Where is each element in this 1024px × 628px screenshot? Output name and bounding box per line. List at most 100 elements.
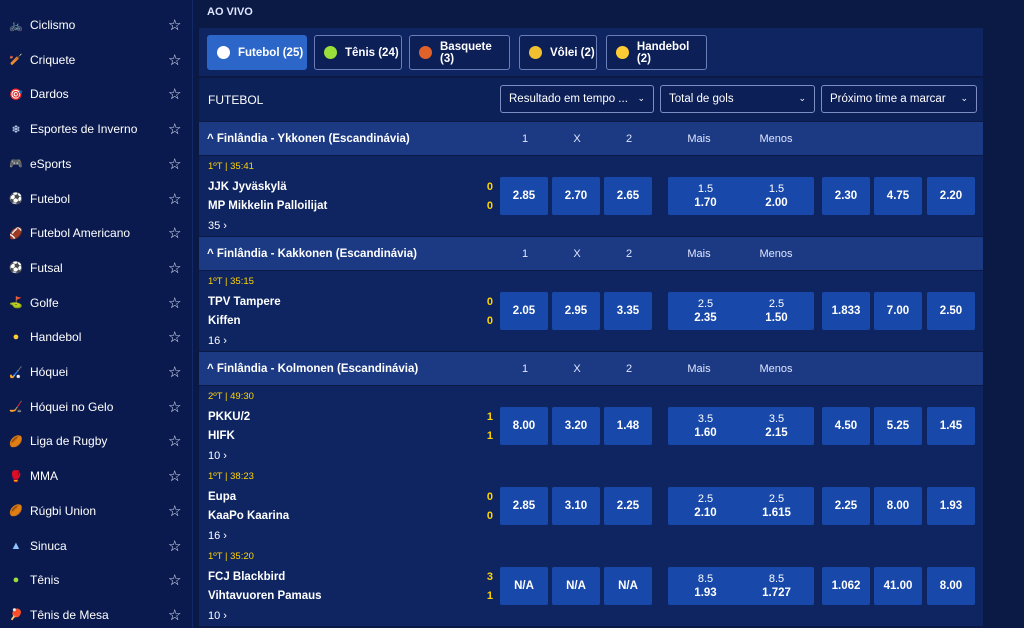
- star-icon[interactable]: ☆: [168, 537, 181, 555]
- sidebar-item-golfe[interactable]: ⛳ Golfe ☆: [0, 286, 193, 320]
- handball-icon: ●: [12, 331, 20, 344]
- sidebar-item-sinuca[interactable]: ▲ Sinuca ☆: [0, 529, 193, 563]
- next-team-odds-button[interactable]: 5.25: [874, 407, 922, 445]
- away-team[interactable]: KaaPo Kaarina: [208, 510, 289, 522]
- sidebar-item-r-gbi-union[interactable]: 🏉 Rúgbi Union ☆: [0, 494, 193, 528]
- odds-button[interactable]: 2.25: [604, 487, 652, 525]
- odds-button[interactable]: 2.65: [604, 177, 652, 215]
- tab-basquete[interactable]: Basquete (3): [409, 35, 510, 70]
- odds-button[interactable]: N/A: [604, 567, 652, 605]
- sidebar-item-h-quei-no-gelo[interactable]: 🏒 Hóquei no Gelo ☆: [0, 390, 193, 424]
- next-team-odds-button[interactable]: 1.45: [927, 407, 975, 445]
- over-odds-button[interactable]: 8.5 1.93: [668, 567, 743, 605]
- star-icon[interactable]: ☆: [168, 328, 181, 346]
- over-odds-button[interactable]: 2.5 2.35: [668, 292, 743, 330]
- under-odds-button[interactable]: 8.5 1.727: [739, 567, 814, 605]
- next-team-odds-button[interactable]: 1.93: [927, 487, 975, 525]
- next-team-odds-button[interactable]: 8.00: [874, 487, 922, 525]
- star-icon[interactable]: ☆: [168, 224, 181, 242]
- over-odds-button[interactable]: 3.5 1.60: [668, 407, 743, 445]
- star-icon[interactable]: ☆: [168, 259, 181, 277]
- sidebar-item-t-nis-de-mesa[interactable]: 🏓 Tênis de Mesa ☆: [0, 598, 193, 628]
- under-odds-button[interactable]: 1.5 2.00: [739, 177, 814, 215]
- odds-button[interactable]: 2.95: [552, 292, 600, 330]
- next-team-odds-button[interactable]: 2.50: [927, 292, 975, 330]
- away-team[interactable]: Vihtavuoren Pamaus: [208, 590, 322, 602]
- away-team[interactable]: Kiffen: [208, 315, 241, 327]
- odds-button[interactable]: 2.70: [552, 177, 600, 215]
- sidebar-item-futebol-americano[interactable]: 🏈 Futebol Americano ☆: [0, 216, 193, 250]
- odds-button[interactable]: N/A: [500, 567, 548, 605]
- odds-button[interactable]: 3.10: [552, 487, 600, 525]
- over-odds-button[interactable]: 2.5 2.10: [668, 487, 743, 525]
- more-markets-link[interactable]: 16 ›: [208, 530, 227, 542]
- market-dropdown-3[interactable]: Próximo time a marcar ⌄: [821, 85, 977, 113]
- odds-button[interactable]: 3.35: [604, 292, 652, 330]
- tab-vôlei[interactable]: Vôlei (2): [519, 35, 597, 70]
- under-odds-button[interactable]: 3.5 2.15: [739, 407, 814, 445]
- home-team[interactable]: PKKU/2: [208, 411, 250, 423]
- under-odds-button[interactable]: 2.5 1.50: [739, 292, 814, 330]
- next-team-odds-button[interactable]: 1.062: [822, 567, 870, 605]
- next-team-odds-button[interactable]: 4.50: [822, 407, 870, 445]
- tab-tênis[interactable]: Tênis (24): [314, 35, 402, 70]
- more-markets-link[interactable]: 16 ›: [208, 335, 227, 347]
- odds-button[interactable]: 2.85: [500, 177, 548, 215]
- sidebar-item-futsal[interactable]: ⚽ Futsal ☆: [0, 251, 193, 285]
- odds-button[interactable]: 8.00: [500, 407, 548, 445]
- next-team-odds-button[interactable]: 7.00: [874, 292, 922, 330]
- sidebar-item-criquete[interactable]: 🏏 Criquete ☆: [0, 43, 193, 77]
- star-icon[interactable]: ☆: [168, 190, 181, 208]
- star-icon[interactable]: ☆: [168, 51, 181, 69]
- star-icon[interactable]: ☆: [168, 571, 181, 589]
- star-icon[interactable]: ☆: [168, 120, 181, 138]
- odds-button[interactable]: 3.20: [552, 407, 600, 445]
- odds-button[interactable]: 1.48: [604, 407, 652, 445]
- next-team-odds-button[interactable]: 8.00: [927, 567, 975, 605]
- next-team-odds-button[interactable]: 2.30: [822, 177, 870, 215]
- home-team[interactable]: Eupa: [208, 491, 236, 503]
- next-team-odds-button[interactable]: 2.20: [927, 177, 975, 215]
- home-team[interactable]: JJK Jyväskylä: [208, 181, 287, 193]
- market-dropdown-1[interactable]: Resultado em tempo ... ⌄: [500, 85, 654, 113]
- tab-handebol[interactable]: Handebol (2): [606, 35, 707, 70]
- sidebar-item-esports[interactable]: 🎮 eSports ☆: [0, 147, 193, 181]
- star-icon[interactable]: ☆: [168, 398, 181, 416]
- star-icon[interactable]: ☆: [168, 432, 181, 450]
- over-odds-button[interactable]: 1.5 1.70: [668, 177, 743, 215]
- sidebar-item-ciclismo[interactable]: 🚲 Ciclismo ☆: [0, 8, 193, 42]
- sidebar-item-mma[interactable]: 🥊 MMA ☆: [0, 459, 193, 493]
- more-markets-link[interactable]: 10 ›: [208, 450, 227, 462]
- more-markets-link[interactable]: 35 ›: [208, 220, 227, 232]
- away-team[interactable]: MP Mikkelin Palloilijat: [208, 200, 327, 212]
- sidebar-item-dardos[interactable]: 🎯 Dardos ☆: [0, 77, 193, 111]
- next-team-odds-button[interactable]: 2.25: [822, 487, 870, 525]
- sidebar-item-futebol[interactable]: ⚽ Futebol ☆: [0, 182, 193, 216]
- tab-futebol[interactable]: Futebol (25): [207, 35, 307, 70]
- star-icon[interactable]: ☆: [168, 16, 181, 34]
- star-icon[interactable]: ☆: [168, 85, 181, 103]
- under-odds-button[interactable]: 2.5 1.615: [739, 487, 814, 525]
- sidebar-item-h-quei[interactable]: 🏑 Hóquei ☆: [0, 355, 193, 389]
- home-team[interactable]: FCJ Blackbird: [208, 571, 285, 583]
- star-icon[interactable]: ☆: [168, 294, 181, 312]
- sidebar-item-liga-de-rugby[interactable]: 🏉 Liga de Rugby ☆: [0, 424, 193, 458]
- sidebar-item-t-nis[interactable]: ● Tênis ☆: [0, 563, 193, 597]
- star-icon[interactable]: ☆: [168, 155, 181, 173]
- star-icon[interactable]: ☆: [168, 502, 181, 520]
- next-team-odds-button[interactable]: 4.75: [874, 177, 922, 215]
- sidebar-item-handebol[interactable]: ● Handebol ☆: [0, 320, 193, 354]
- sidebar-item-esportes-de-inverno[interactable]: ❄ Esportes de Inverno ☆: [0, 112, 193, 146]
- next-team-odds-button[interactable]: 41.00: [874, 567, 922, 605]
- star-icon[interactable]: ☆: [168, 467, 181, 485]
- market-dropdown-2[interactable]: Total de gols ⌄: [660, 85, 815, 113]
- star-icon[interactable]: ☆: [168, 363, 181, 381]
- home-team[interactable]: TPV Tampere: [208, 296, 281, 308]
- odds-button[interactable]: 2.05: [500, 292, 548, 330]
- star-icon[interactable]: ☆: [168, 606, 181, 624]
- more-markets-link[interactable]: 10 ›: [208, 610, 227, 622]
- odds-button[interactable]: 2.85: [500, 487, 548, 525]
- next-team-odds-button[interactable]: 1.833: [822, 292, 870, 330]
- odds-button[interactable]: N/A: [552, 567, 600, 605]
- away-team[interactable]: HIFK: [208, 430, 235, 442]
